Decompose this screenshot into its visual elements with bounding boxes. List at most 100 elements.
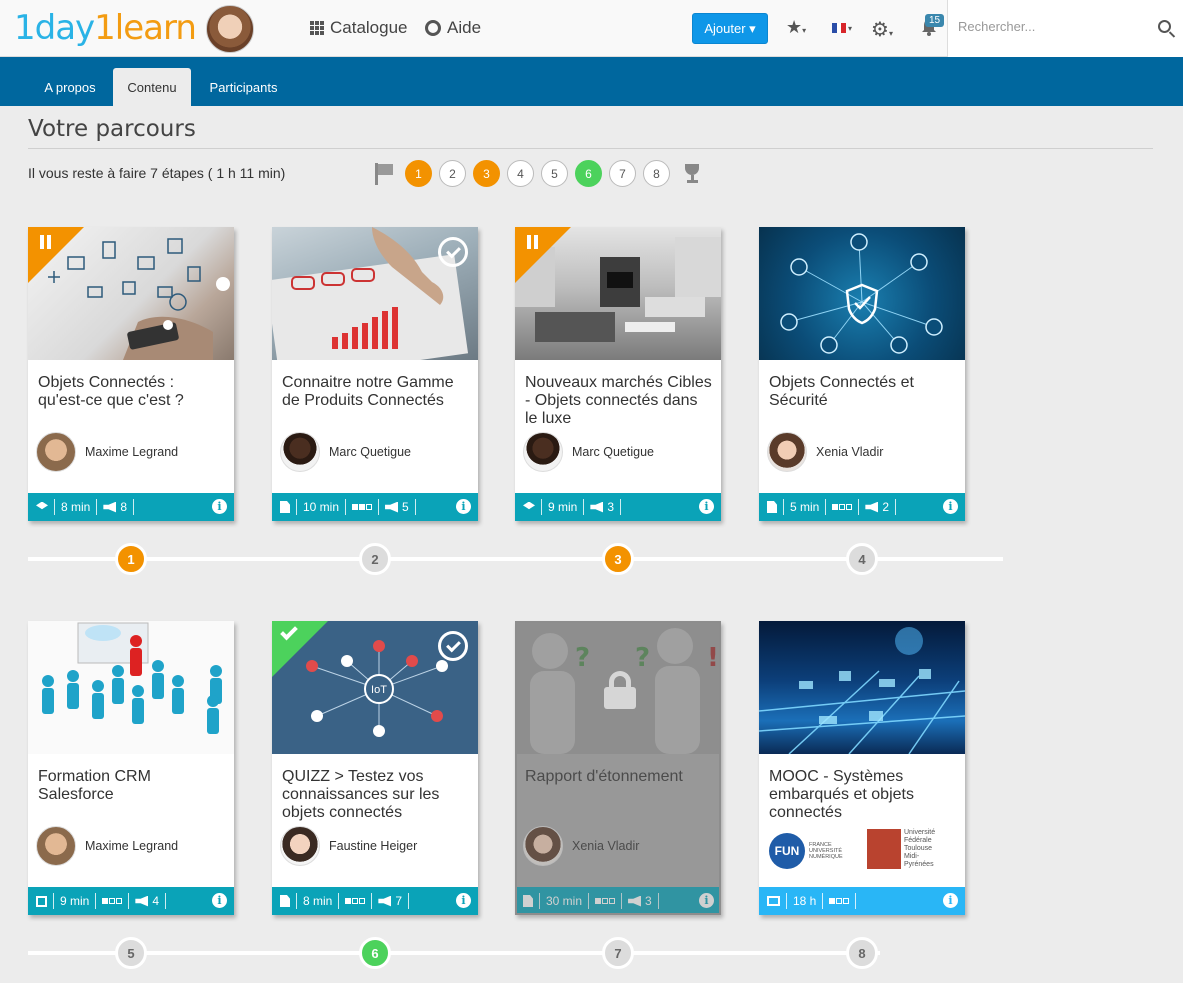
timeline-step-6[interactable]: 6 — [359, 937, 391, 969]
course-thumbnail[interactable] — [28, 227, 234, 360]
settings-gear-icon[interactable]: ⚙▾ — [871, 17, 893, 42]
timeline-step-3[interactable]: 3 — [602, 543, 634, 575]
search-icon[interactable] — [1158, 20, 1171, 33]
add-button[interactable]: Ajouter ▾ — [692, 13, 768, 44]
course-footer: 18 h i — [759, 887, 965, 915]
author-avatar — [767, 432, 807, 472]
search-input[interactable] — [958, 19, 1148, 34]
course-thumbnail[interactable] — [759, 621, 965, 754]
start-flag-icon — [374, 162, 394, 185]
course-rating: 3 — [607, 500, 615, 514]
user-avatar[interactable] — [206, 5, 254, 53]
course-title[interactable]: Nouveaux marchés Cibles - Objets connect… — [525, 374, 713, 428]
circuit-city-illustration — [759, 627, 965, 754]
step-dot-6[interactable]: 6 — [575, 160, 602, 187]
course-card[interactable]: Connaitre notre Gamme de Produits Connec… — [272, 227, 478, 521]
course-card[interactable]: Formation CRM Salesforce Maxime Legrand … — [28, 621, 234, 915]
pdf-icon — [280, 501, 290, 513]
timeline-track — [28, 951, 880, 955]
app-logo[interactable]: 1day1learn — [14, 8, 197, 48]
timeline-step-8[interactable]: 8 — [846, 937, 878, 969]
course-card[interactable]: MOOC - Systèmes embarqués et objets conn… — [759, 621, 965, 915]
university-logo-text: Université Fédérale Toulouse Midi-Pyréné… — [904, 829, 936, 868]
info-icon[interactable]: i — [699, 499, 714, 514]
course-footer: 8 min 7 i — [272, 887, 478, 915]
course-thumbnail[interactable] — [28, 621, 234, 754]
course-rating: 2 — [882, 500, 890, 514]
step-dot-8[interactable]: 8 — [643, 160, 670, 187]
steps-progress: 1 2 3 4 5 6 7 8 — [374, 160, 703, 187]
timeline-step-1[interactable]: 1 — [115, 543, 147, 575]
step-dot-3[interactable]: 3 — [473, 160, 500, 187]
timeline-step-4[interactable]: 4 — [846, 543, 878, 575]
course-duration: 8 min — [61, 500, 91, 514]
megaphone-icon — [135, 895, 149, 907]
author-name: Maxime Legrand — [85, 839, 179, 853]
course-footer: 5 min 2 i — [759, 493, 965, 521]
check-icon — [280, 622, 298, 641]
course-title[interactable]: Objets Connectés et Sécurité — [769, 374, 957, 410]
step-dot-2[interactable]: 2 — [439, 160, 466, 187]
language-flag-icon[interactable] — [832, 23, 847, 33]
course-duration: 9 min — [60, 894, 90, 908]
course-duration: 5 min — [790, 500, 820, 514]
university-partner-logo: Université Fédérale Toulouse Midi-Pyréné… — [867, 829, 946, 869]
course-title[interactable]: Objets Connectés : qu'est-ce que c'est ? — [38, 374, 226, 410]
course-footer: 8 min 8 i — [28, 493, 234, 521]
favorites-star-icon[interactable]: ★▾ — [786, 17, 806, 38]
info-icon[interactable]: i — [943, 893, 958, 908]
course-card-locked[interactable]: ? ? ! Rapport d'étonnement Xenia Vladir … — [515, 621, 721, 915]
step-dot-7[interactable]: 7 — [609, 160, 636, 187]
tab-bar: A propos Contenu Participants — [0, 57, 1183, 106]
course-footer: 9 min 3 i — [515, 493, 721, 521]
info-icon[interactable]: i — [456, 893, 471, 908]
megaphone-icon — [865, 501, 879, 513]
course-card[interactable]: Nouveaux marchés Cibles - Objets connect… — [515, 227, 721, 521]
course-thumbnail[interactable] — [272, 227, 478, 360]
security-network-illustration — [780, 233, 943, 354]
author-avatar — [280, 432, 320, 472]
step-dot-4[interactable]: 4 — [507, 160, 534, 187]
svg-text:IoT: IoT — [371, 684, 387, 696]
course-thumbnail[interactable]: IoT — [272, 621, 478, 754]
info-icon[interactable]: i — [943, 499, 958, 514]
tab-participants[interactable]: Participants — [196, 68, 291, 106]
step-dot-5[interactable]: 5 — [541, 160, 568, 187]
course-title[interactable]: Formation CRM Salesforce — [38, 768, 226, 804]
course-rating: 5 — [402, 500, 409, 514]
course-title[interactable]: QUIZZ > Testez vos connaissances sur les… — [282, 768, 470, 822]
course-card[interactable]: Objets Connectés et Sécurité Xenia Vladi… — [759, 227, 965, 521]
nav-aide-label: Aide — [447, 18, 482, 37]
course-footer: 10 min 5 i — [272, 493, 478, 521]
info-icon[interactable]: i — [456, 499, 471, 514]
tab-contenu[interactable]: Contenu — [113, 68, 191, 106]
course-card[interactable]: Objets Connectés : qu'est-ce que c'est ?… — [28, 227, 234, 521]
course-card[interactable]: IoT QUIZZ > Testez vos connaissances sur… — [272, 621, 478, 915]
timeline-step-7[interactable]: 7 — [602, 937, 634, 969]
page-title: Votre parcours — [28, 116, 196, 142]
author-avatar — [36, 432, 76, 472]
course-title[interactable]: Connaitre notre Gamme de Produits Connec… — [282, 374, 470, 410]
nav-aide[interactable]: Aide — [425, 18, 481, 38]
language-chevron-down-icon[interactable]: ▾ — [848, 24, 852, 33]
course-thumbnail[interactable] — [515, 227, 721, 360]
difficulty-level — [352, 504, 373, 510]
course-title[interactable]: MOOC - Systèmes embarqués et objets conn… — [769, 768, 957, 822]
timeline-step-2[interactable]: 2 — [359, 543, 391, 575]
course-thumbnail[interactable] — [759, 227, 965, 360]
tab-a-propos[interactable]: A propos — [29, 68, 111, 106]
graduation-cap-icon — [36, 501, 48, 510]
author-avatar — [36, 826, 76, 866]
nav-catalogue[interactable]: Catalogue — [310, 18, 408, 38]
course-author: Faustine Heiger — [280, 826, 417, 866]
megaphone-icon — [590, 501, 604, 513]
step-dot-1[interactable]: 1 — [405, 160, 432, 187]
info-icon[interactable]: i — [212, 893, 227, 908]
difficulty-level — [345, 898, 366, 904]
info-icon[interactable]: i — [212, 499, 227, 514]
timeline-step-5[interactable]: 5 — [115, 937, 147, 969]
megaphone-icon — [103, 501, 117, 513]
notifications-badge: 15 — [925, 14, 945, 27]
course-duration: 9 min — [548, 500, 578, 514]
difficulty-level — [829, 898, 850, 904]
